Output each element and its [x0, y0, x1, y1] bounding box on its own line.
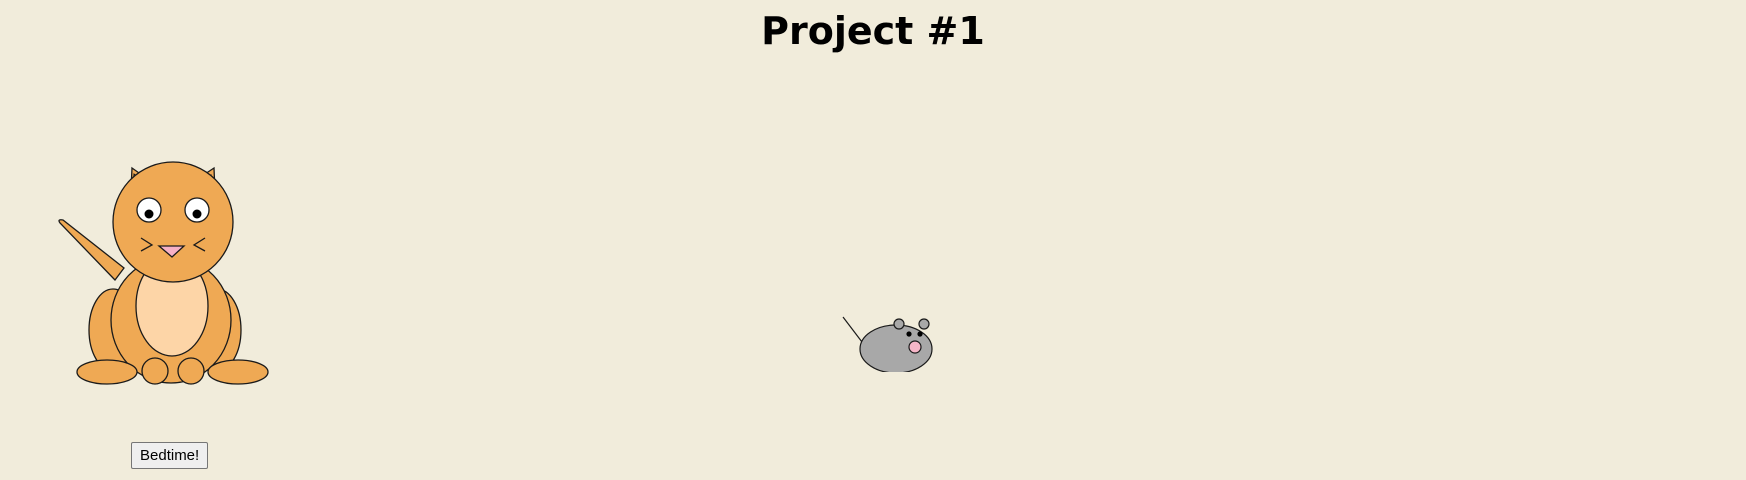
- cat-right-paw: [177, 357, 205, 385]
- mouse-drawing: [842, 316, 933, 372]
- cat-head: [112, 161, 234, 283]
- cat-right-foot: [207, 359, 269, 385]
- bedtime-button[interactable]: Bedtime!: [131, 442, 209, 469]
- cat-drawing: [58, 161, 269, 385]
- cat-left-pupil: [144, 209, 154, 219]
- mouse-tail: [842, 316, 863, 343]
- cat-left-foot: [76, 359, 138, 385]
- page-title: Project #1: [761, 9, 985, 53]
- mouse-right-eye: [917, 331, 923, 337]
- cat-right-pupil: [192, 209, 202, 219]
- mouse-left-ear: [893, 318, 905, 330]
- mouse-right-ear: [918, 318, 930, 330]
- mouse-left-eye: [906, 331, 912, 337]
- cat-left-paw: [141, 357, 169, 385]
- mouse-nose: [908, 340, 922, 354]
